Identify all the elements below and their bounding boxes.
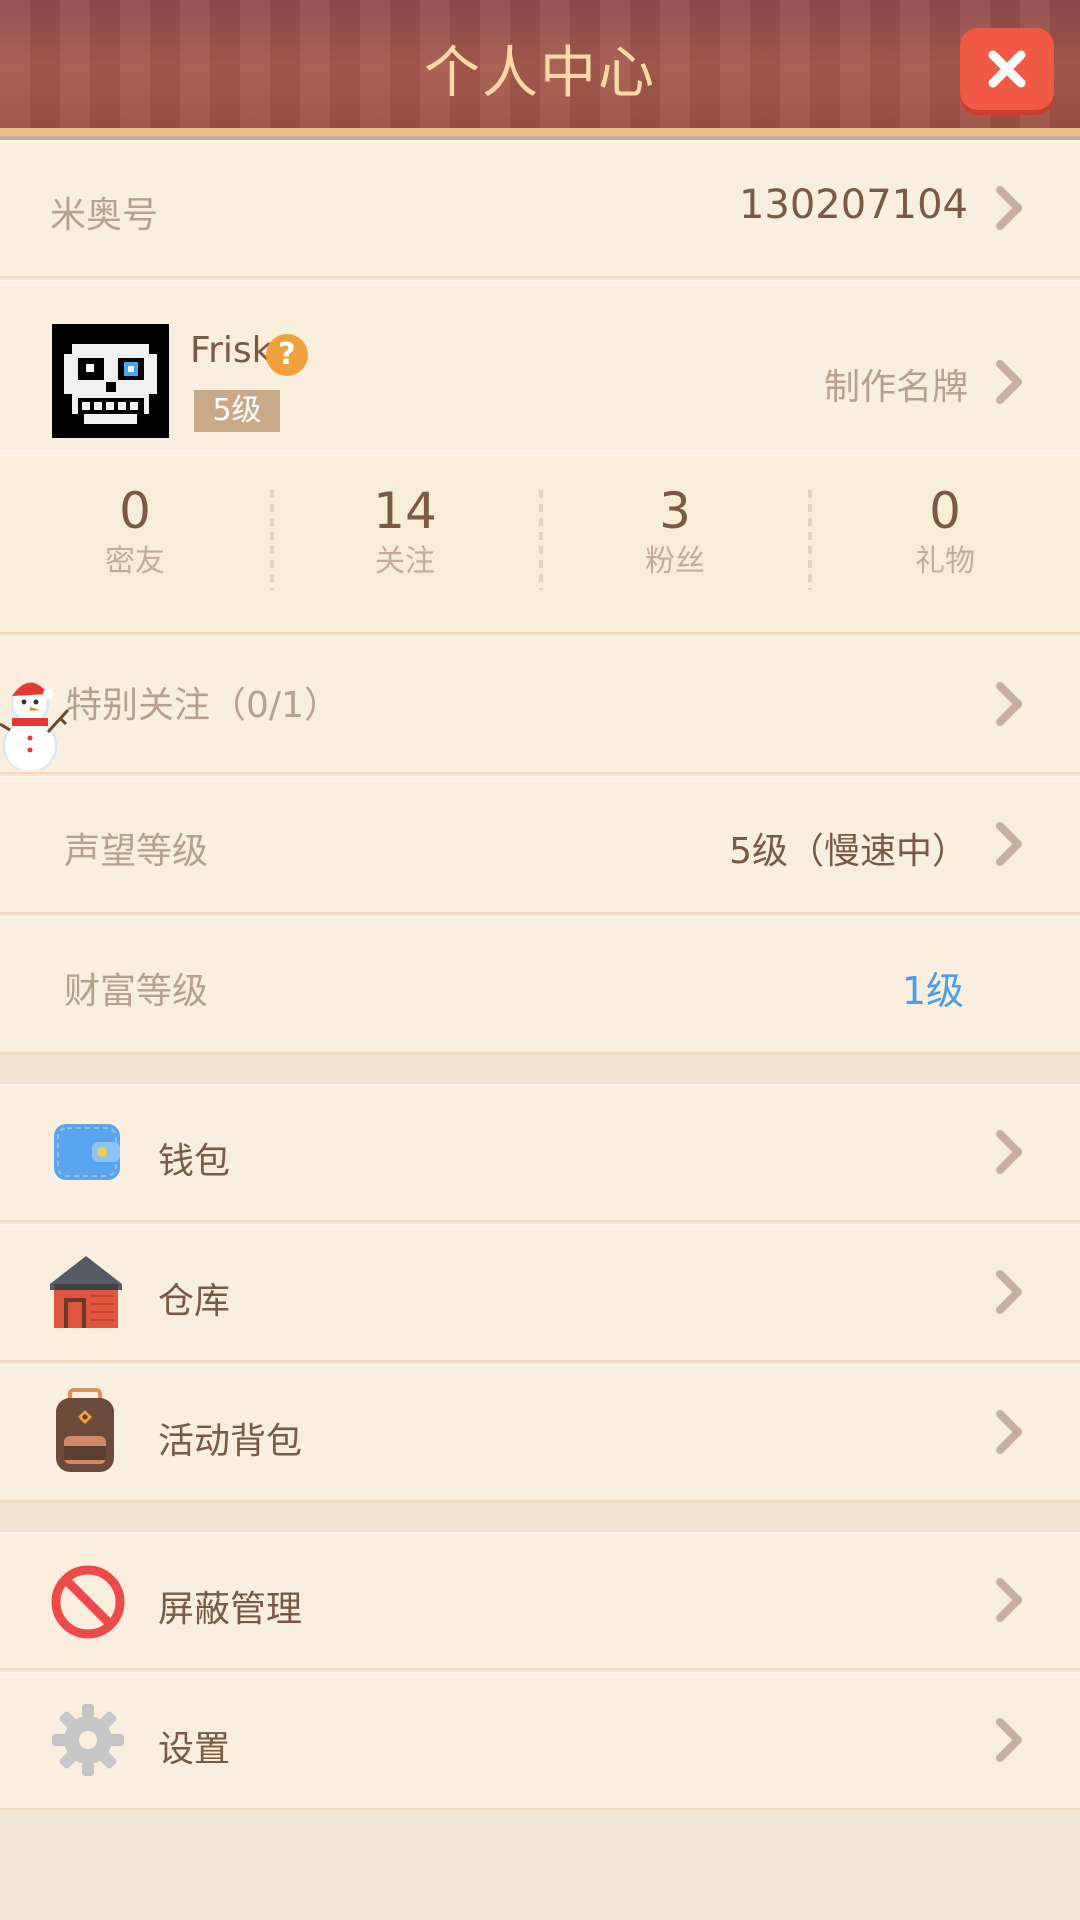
block-icon — [51, 1565, 125, 1639]
gear-icon — [52, 1704, 124, 1776]
account-id-value: 130207104 — [738, 182, 968, 228]
menu-item-wallet[interactable]: 钱包 — [0, 1084, 1080, 1222]
special-follow-row[interactable]: 特别关注（0/1） — [0, 636, 1080, 774]
stat-label: 关注 — [375, 544, 435, 579]
reputation-value: 5级（慢速中） — [729, 831, 968, 872]
reputation-label: 声望等级 — [64, 831, 209, 872]
wealth-value: 1级 — [901, 969, 964, 1013]
account-id-row[interactable]: 米奥号 130207104 — [0, 140, 1080, 278]
stat-value: 0 — [119, 482, 151, 540]
menu-label: 活动背包 — [158, 1421, 303, 1462]
close-button[interactable] — [960, 28, 1054, 110]
menu-item-warehouse[interactable]: 仓库 — [0, 1224, 1080, 1362]
chevron-right-icon — [994, 186, 1024, 230]
warehouse-icon — [50, 1256, 122, 1328]
header-bar: 个人中心 — [0, 0, 1080, 142]
level-badge: 5级 — [194, 390, 280, 432]
stat-value: 14 — [373, 482, 437, 540]
close-icon — [988, 50, 1026, 88]
username: Frisk — [190, 330, 273, 371]
menu-item-block-management[interactable]: 屏蔽管理 — [0, 1532, 1080, 1670]
snowman-icon — [0, 682, 70, 770]
skull-avatar-icon — [52, 324, 169, 438]
chevron-right-icon — [994, 360, 1024, 404]
make-nameplate-link[interactable]: 制作名牌 — [824, 358, 968, 410]
menu-label: 设置 — [158, 1729, 231, 1770]
stat-close-friends[interactable]: 0 密友 — [0, 480, 270, 582]
chevron-right-icon — [994, 682, 1024, 726]
menu-item-event-backpack[interactable]: 活动背包 — [0, 1364, 1080, 1502]
chevron-right-icon — [994, 1578, 1024, 1622]
stat-following[interactable]: 14 关注 — [270, 480, 540, 582]
menu-item-settings[interactable]: 设置 — [0, 1672, 1080, 1810]
stat-value: 0 — [929, 482, 961, 540]
stat-gifts[interactable]: 0 礼物 — [810, 480, 1080, 582]
special-follow-label: 特别关注（0/1） — [66, 685, 340, 726]
stat-label: 粉丝 — [645, 544, 705, 579]
chevron-right-icon — [994, 1718, 1024, 1762]
wealth-row: 财富等级 1级 — [0, 916, 1080, 1054]
stat-fans[interactable]: 3 粉丝 — [540, 480, 810, 582]
section-gap — [0, 1054, 1080, 1084]
stat-value: 3 — [659, 482, 691, 540]
page-title: 个人中心 — [424, 41, 656, 106]
avatar[interactable] — [52, 324, 169, 438]
menu-label: 屏蔽管理 — [158, 1589, 303, 1630]
section-gap — [0, 1502, 1080, 1532]
stat-label: 密友 — [105, 544, 165, 579]
stat-label: 礼物 — [915, 544, 975, 579]
menu-label: 钱包 — [158, 1141, 231, 1182]
account-id-label: 米奥号 — [50, 195, 159, 236]
menu-label: 仓库 — [158, 1281, 231, 1322]
reputation-row[interactable]: 声望等级 5级（慢速中） — [0, 776, 1080, 914]
chevron-right-icon — [994, 1410, 1024, 1454]
wealth-label: 财富等级 — [64, 971, 209, 1012]
chevron-right-icon — [994, 822, 1024, 866]
chevron-right-icon — [994, 1270, 1024, 1314]
wallet-icon — [54, 1124, 120, 1180]
chevron-right-icon — [994, 1130, 1024, 1174]
help-icon[interactable]: ? — [266, 334, 308, 376]
backpack-icon — [56, 1388, 114, 1472]
